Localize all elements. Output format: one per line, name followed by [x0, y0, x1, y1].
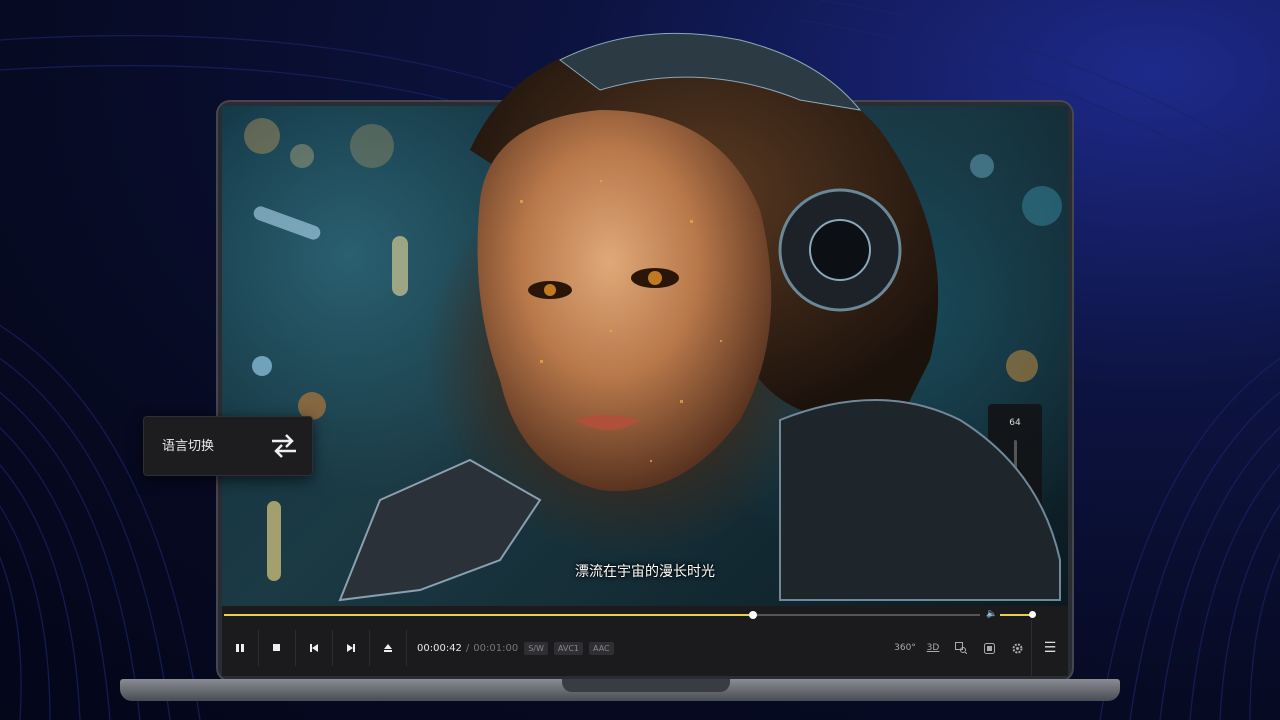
swap-arrows-icon[interactable]	[268, 431, 300, 461]
mini-volume-fill	[1000, 614, 1033, 616]
volume-slider[interactable]	[1010, 440, 1021, 580]
volume-knob[interactable]	[1010, 484, 1021, 496]
next-button[interactable]	[333, 630, 370, 666]
video-codec-tag: AVC1	[553, 641, 584, 655]
volume-value: 64	[1009, 418, 1021, 428]
player-screen: 漂流在宇宙的漫长时光 64 🔈 00:00:42 / 00:01:00 S/W …	[222, 106, 1068, 676]
volume-popup[interactable]: 64	[988, 404, 1042, 590]
3d-icon: 3D	[926, 643, 940, 653]
progress-fill	[224, 614, 754, 616]
menu-icon: ☰	[1043, 640, 1057, 656]
stop-icon	[273, 644, 280, 651]
audio-codec-tag: AAC	[589, 641, 614, 655]
language-switch-panel[interactable]: 语言切换	[143, 416, 313, 476]
language-switch-label: 语言切换	[162, 439, 215, 454]
progress-row: 🔈	[222, 606, 1068, 620]
laptop-notch	[562, 679, 730, 692]
speaker-icon[interactable]: 🔈	[986, 609, 997, 619]
settings-button[interactable]	[1003, 636, 1031, 660]
total-time: 00:01:00	[473, 642, 519, 654]
previous-icon	[310, 644, 318, 652]
progress-knob[interactable]	[749, 611, 758, 619]
control-bar: 00:00:42 / 00:01:00 S/W AVC1 AAC 360° 3D…	[222, 620, 1068, 676]
stop-button[interactable]	[259, 630, 296, 666]
subtitle-text: 漂流在宇宙的漫长时光	[575, 564, 715, 580]
video-bokeh	[244, 118, 1062, 581]
zoom-button[interactable]	[947, 636, 975, 660]
pause-button[interactable]	[222, 630, 259, 666]
zoom-icon	[955, 642, 967, 654]
video-frame[interactable]: 漂流在宇宙的漫长时光	[222, 106, 1068, 606]
menu-button[interactable]: ☰	[1031, 620, 1068, 676]
vr-360-button[interactable]: 360°	[891, 636, 919, 660]
settings-icon	[1012, 643, 1022, 653]
capture-icon	[983, 642, 995, 654]
eject-icon	[384, 644, 392, 652]
mini-volume-slider[interactable]	[1000, 611, 1037, 618]
current-time: 00:00:42	[417, 642, 462, 654]
video-tag: S/W	[524, 641, 548, 655]
3d-button[interactable]: 3D	[919, 636, 947, 660]
progress-bar[interactable]	[224, 611, 980, 619]
eject-button[interactable]	[370, 630, 407, 666]
mini-volume-knob[interactable]	[1029, 611, 1037, 618]
capture-button[interactable]	[975, 636, 1003, 660]
previous-button[interactable]	[296, 630, 333, 666]
pause-icon	[236, 644, 244, 652]
time-separator: /	[465, 642, 470, 654]
volume-fill	[1014, 490, 1017, 580]
right-tools: 360° 3D ☰	[891, 620, 1068, 676]
vr-360-icon: 360°	[894, 643, 916, 653]
next-icon	[347, 644, 355, 652]
